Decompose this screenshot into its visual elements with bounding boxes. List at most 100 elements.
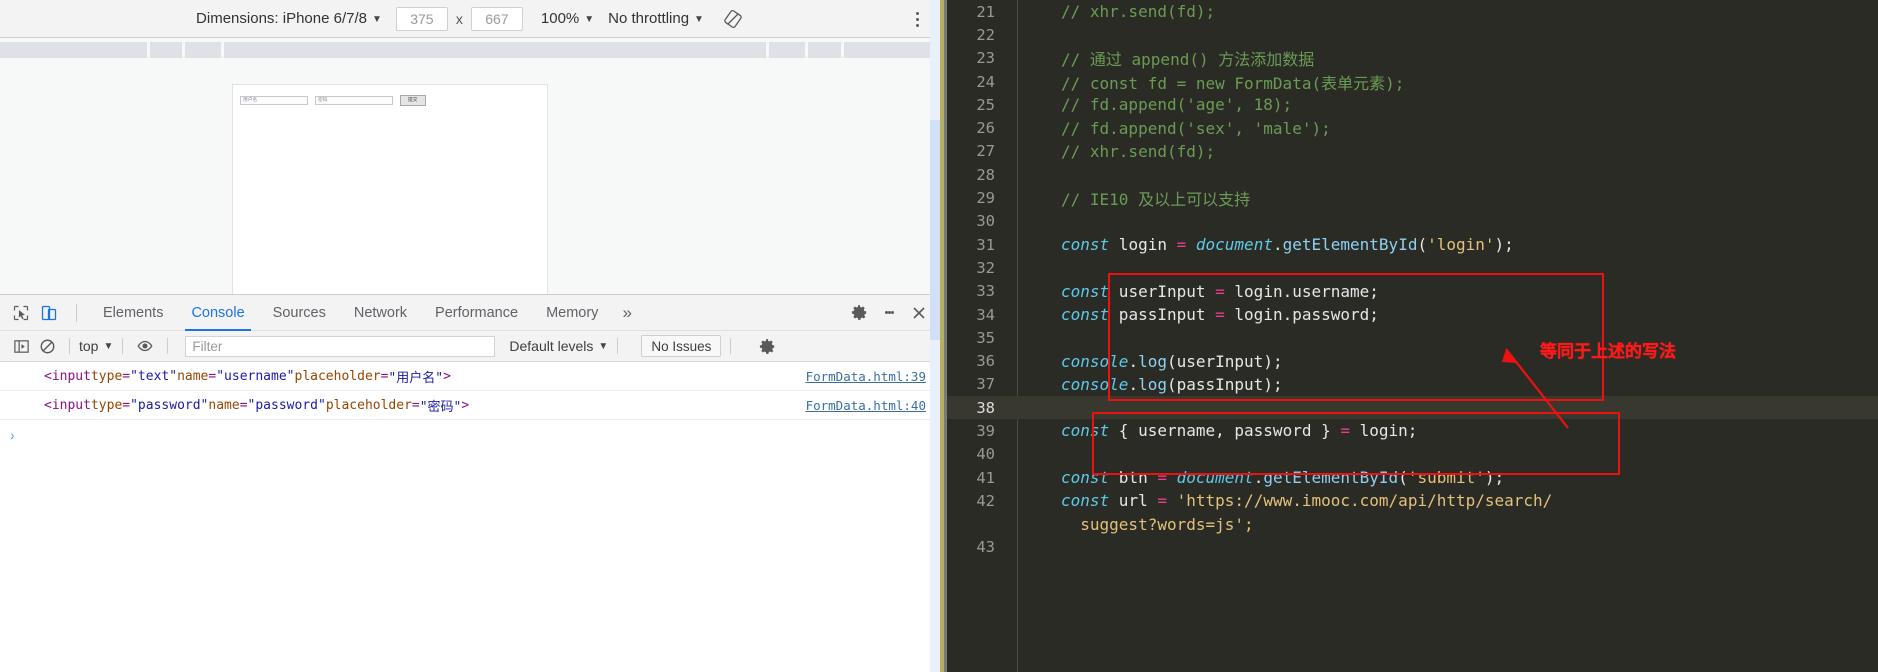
code-token: // fd.append('sex', 'male'); xyxy=(1061,118,1331,138)
tab-console[interactable]: Console xyxy=(177,295,258,331)
code-line[interactable]: 32 xyxy=(947,256,1878,279)
gear-icon[interactable] xyxy=(846,300,872,326)
scrollbar-thumb[interactable] xyxy=(930,120,940,340)
device-screen[interactable]: 用户名 密码 提交 xyxy=(232,84,548,296)
line-content: // 通过 append() 方法添加数据 xyxy=(1009,46,1314,70)
tab-label: Network xyxy=(353,304,408,321)
line-number: 32 xyxy=(976,258,995,277)
code-line[interactable]: 24 // const fd = new FormData(表单元素); xyxy=(947,70,1878,93)
execution-context-dropdown[interactable]: top ▼ xyxy=(79,338,113,354)
message-token: "密码" xyxy=(419,399,462,415)
code-line[interactable]: 28 xyxy=(947,163,1878,186)
message-token: type xyxy=(90,368,123,384)
live-expression-icon[interactable] xyxy=(132,334,158,358)
code-line[interactable]: 23 // 通过 append() 方法添加数据 xyxy=(947,47,1878,70)
password-input-preview[interactable]: 密码 xyxy=(315,96,393,105)
toolbar-divider xyxy=(69,338,70,354)
levels-label: Default levels xyxy=(509,338,594,354)
clear-console-icon[interactable] xyxy=(34,334,60,358)
code-line[interactable]: 35 xyxy=(947,326,1878,349)
code-line[interactable]: 39 const { username, password } = login; xyxy=(947,419,1878,442)
code-token: getElementById xyxy=(1263,468,1399,488)
kebab-menu-icon[interactable] xyxy=(876,300,902,326)
login-form-preview: 用户名 密码 提交 xyxy=(233,85,547,106)
code-editor[interactable]: 21 // xhr.send(fd); 22 23 // 通过 append() 方法添… xyxy=(940,0,1878,672)
code-token: = xyxy=(1215,281,1225,301)
message-token: name xyxy=(208,397,240,413)
ruler-segment xyxy=(808,42,841,58)
chevron-down-icon: ▼ xyxy=(584,13,595,25)
device-toolbar: Dimensions: iPhone 6/7/8 ▼ 375 x 667 100… xyxy=(0,0,940,38)
device-width-input[interactable]: 375 xyxy=(395,6,448,31)
tab-elements[interactable]: Elements xyxy=(89,295,177,331)
message-token: = xyxy=(239,397,248,413)
console-message[interactable]: <input type = "text" name = "username" place… xyxy=(0,362,940,391)
ruler-segment xyxy=(224,42,766,58)
zoom-dropdown[interactable]: 100% ▼ xyxy=(541,10,594,27)
code-line[interactable]: 38 xyxy=(947,396,1878,420)
inspect-element-icon[interactable] xyxy=(8,300,34,326)
code-token: // xhr.send(fd); xyxy=(1061,141,1216,161)
code-token: const xyxy=(1061,468,1110,488)
code-token: ( xyxy=(1398,468,1408,488)
tab-network[interactable]: Network xyxy=(340,295,421,331)
code-line[interactable]: 25 // fd.append('age', 18); xyxy=(947,93,1878,116)
code-line[interactable]: 34 const passInput = login.password; xyxy=(947,303,1878,326)
message-source-link[interactable]: FormData.html:40 xyxy=(806,398,926,413)
username-input-preview[interactable]: 用户名 xyxy=(240,96,308,105)
device-ruler xyxy=(0,38,940,58)
code-line[interactable]: 29 // IE10 及以上可以支持 xyxy=(947,186,1878,209)
console-prompt[interactable]: › xyxy=(0,420,940,450)
code-line[interactable]: 43 xyxy=(947,536,1878,559)
toggle-device-toolbar-icon[interactable] xyxy=(36,300,62,326)
console-message-list: <input type = "text" name = "username" place… xyxy=(0,362,940,450)
more-options-icon[interactable] xyxy=(908,9,926,29)
code-line[interactable]: 37 console.log(passInput); xyxy=(947,373,1878,396)
submit-button-preview[interactable]: 提交 xyxy=(400,95,426,106)
tab-label: Performance xyxy=(435,304,519,321)
code-line[interactable]: 22 xyxy=(947,23,1878,46)
code-line[interactable]: 26 // fd.append('sex', 'male'); xyxy=(947,116,1878,139)
code-line[interactable]: 33 const userInput = login.username; xyxy=(947,280,1878,303)
console-sidebar-icon[interactable] xyxy=(8,334,34,358)
log-levels-dropdown[interactable]: Default levels ▼ xyxy=(509,338,608,354)
devtools-scrollbar[interactable] xyxy=(930,0,940,672)
throttling-dropdown[interactable]: No throttling ▼ xyxy=(608,10,704,27)
tab-performance[interactable]: Performance xyxy=(421,295,532,331)
code-line[interactable]: 41 const btn = document.getElementById('s… xyxy=(947,466,1878,489)
close-icon[interactable] xyxy=(906,300,932,326)
issues-button[interactable]: No Issues xyxy=(641,335,722,357)
code-line[interactable]: 31 const login = document.getElementById(… xyxy=(947,233,1878,256)
line-content: const url = 'https://www.imooc.com/api/h… xyxy=(1009,491,1552,510)
message-token: type xyxy=(90,397,123,413)
tab-memory[interactable]: Memory xyxy=(532,295,612,331)
rotate-device-icon[interactable] xyxy=(722,8,744,30)
more-tabs-button[interactable]: » xyxy=(612,303,641,323)
code-token: btn xyxy=(1109,468,1158,488)
message-token: "用户名" xyxy=(388,370,444,386)
code-token: . xyxy=(1253,468,1264,488)
code-line[interactable]: 36 console.log(userInput); xyxy=(947,349,1878,372)
message-source-link[interactable]: FormData.html:39 xyxy=(806,369,926,384)
code-token: const xyxy=(1061,235,1110,255)
toolbar-divider xyxy=(122,338,124,354)
filter-input[interactable]: Filter xyxy=(185,335,496,357)
code-line[interactable]: suggest?words=js'; xyxy=(947,513,1878,536)
code-token: // const fd = new FormData(表单元素); xyxy=(1061,73,1405,93)
code-line[interactable]: 30 xyxy=(947,210,1878,233)
tab-sources[interactable]: Sources xyxy=(259,295,340,331)
code-token: log xyxy=(1138,351,1167,371)
code-token: { username, password } xyxy=(1109,421,1341,441)
code-line[interactable]: 42 const url = 'https://www.imooc.com/api… xyxy=(947,489,1878,512)
line-number: 35 xyxy=(976,328,995,347)
console-message[interactable]: <input type = "password" name = "password" p… xyxy=(0,391,940,420)
code-line[interactable]: 21 // xhr.send(fd); xyxy=(947,0,1878,23)
code-line[interactable]: 40 xyxy=(947,443,1878,466)
gear-icon[interactable] xyxy=(754,334,780,358)
code-line[interactable]: 27 // xhr.send(fd); xyxy=(947,140,1878,163)
dimensions-dropdown[interactable]: Dimensions: iPhone 6/7/8 ▼ xyxy=(196,10,382,27)
filter-placeholder: Filter xyxy=(192,338,223,354)
device-height-input[interactable]: 667 xyxy=(470,6,523,31)
throttling-label: No throttling xyxy=(608,10,690,27)
devtools-tabbar: Elements Console Sources Network Perform… xyxy=(0,294,940,331)
